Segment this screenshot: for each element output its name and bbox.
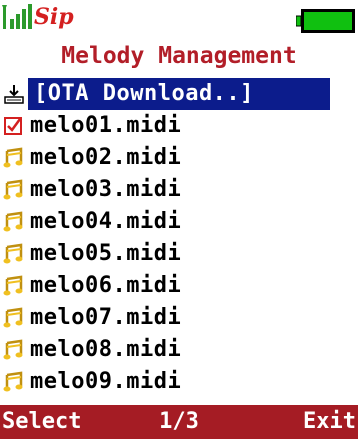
download-icon: [4, 85, 24, 104]
list-item-melo02[interactable]: melo02.midi: [0, 142, 358, 174]
signal-bars-icon: [2, 4, 32, 29]
list-item-melo01[interactable]: melo01.midi: [0, 110, 358, 142]
list-item-melo06[interactable]: melo06.midi: [0, 270, 358, 302]
phone-screen: Sip Melody Management [OTA Download..] m…: [0, 0, 358, 439]
list-item-label: melo06.midi: [30, 273, 182, 298]
melody-list: [OTA Download..] melo01.midi melo02.midi…: [0, 78, 358, 398]
list-item-melo05[interactable]: melo05.midi: [0, 238, 358, 270]
music-note-icon: [3, 371, 23, 392]
music-note-icon: [3, 339, 23, 360]
music-note-icon: [3, 179, 23, 200]
list-item-label: melo05.midi: [30, 241, 182, 266]
list-item-label: [OTA Download..]: [34, 81, 254, 106]
list-item-melo09[interactable]: melo09.midi: [0, 366, 358, 398]
list-item-label: melo03.midi: [30, 177, 182, 202]
list-item-label: melo01.midi: [30, 113, 182, 138]
battery-full-icon: [296, 9, 355, 33]
music-note-icon: [3, 147, 23, 168]
exit-softkey[interactable]: Exit: [303, 405, 356, 439]
checkbox-checked-icon: [4, 117, 22, 135]
list-item-label: melo04.midi: [30, 209, 182, 234]
music-note-icon: [3, 243, 23, 264]
page-title: Melody Management: [61, 43, 297, 69]
music-note-icon: [3, 275, 23, 296]
list-item-label: melo02.midi: [30, 145, 182, 170]
status-bar: Sip: [0, 0, 358, 36]
list-item-label: melo08.midi: [30, 337, 182, 362]
list-item-ota-download[interactable]: [OTA Download..]: [28, 78, 330, 110]
music-note-icon: [3, 211, 23, 232]
music-note-icon: [3, 307, 23, 328]
softkey-bar: Select 1/3 Exit: [0, 405, 358, 439]
list-item-melo03[interactable]: melo03.midi: [0, 174, 358, 206]
list-item-melo08[interactable]: melo08.midi: [0, 334, 358, 366]
carrier-logo: Sip: [34, 4, 74, 30]
list-item-melo04[interactable]: melo04.midi: [0, 206, 358, 238]
list-item-label: melo07.midi: [30, 305, 182, 330]
list-item-label: melo09.midi: [30, 369, 182, 394]
list-item-melo07[interactable]: melo07.midi: [0, 302, 358, 334]
